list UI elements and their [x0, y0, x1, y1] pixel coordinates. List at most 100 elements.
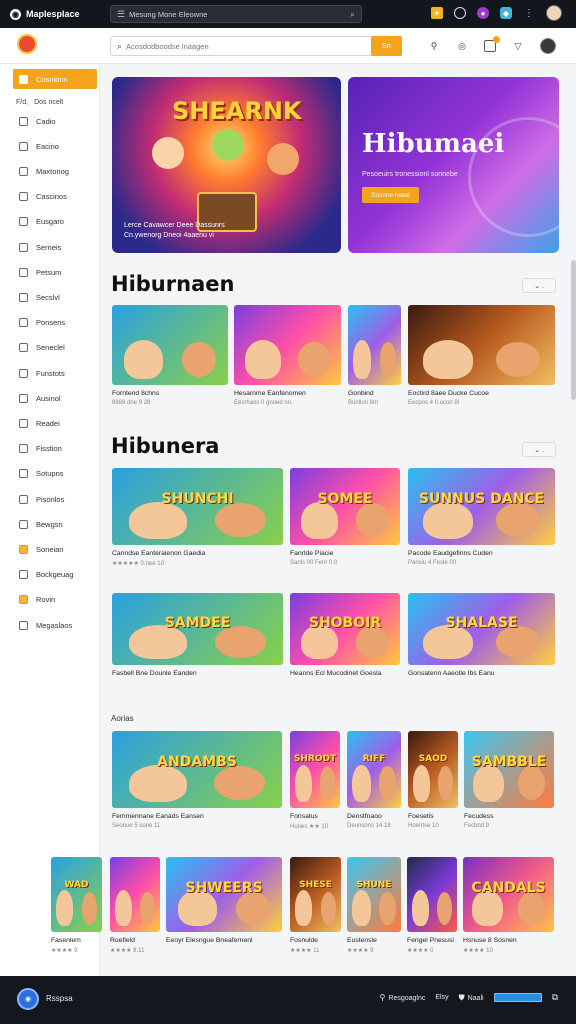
character-image — [379, 766, 396, 801]
sidebar-item[interactable]: Serneis — [13, 237, 97, 257]
game-card[interactable]: SHUNCHI Canndse Eanteraienon Gaedia ★★★★★ … — [112, 468, 283, 567]
sidebar-item[interactable]: Maxtonog — [13, 161, 97, 181]
cart-icon[interactable] — [484, 36, 500, 52]
game-thumbnail[interactable]: ANDAMBS — [112, 731, 282, 808]
banner-cta-button[interactable]: Sosone lwaol — [362, 187, 419, 203]
game-thumbnail[interactable] — [407, 857, 457, 932]
game-thumbnail[interactable]: SAOD — [408, 731, 458, 808]
game-card[interactable]: RIFF Denstfnaoo Deunsons 14 18 — [347, 731, 401, 829]
brand[interactable]: ◉ Maplesplace — [10, 8, 80, 20]
sidebar-item[interactable]: Pisonlos — [13, 489, 97, 509]
game-card[interactable]: SHOBOIR Heanns Ecl Mucodinet Goesla — [290, 593, 400, 680]
game-meta: Hunes ★★ 10 — [290, 824, 329, 830]
game-card[interactable]: Gonbind Bunllon 8m — [348, 305, 401, 406]
game-thumbnail[interactable]: SAMBBLE — [464, 731, 554, 808]
game-card[interactable]: Forntend 8chns 8888 dne 9 28 — [112, 305, 228, 406]
featured-banner-right[interactable]: Hibumaei Pesoeuirs tronessionl sonnebe S… — [348, 77, 559, 253]
game-thumbnail[interactable] — [408, 305, 555, 385]
sidebar-item[interactable]: Ponsens — [13, 313, 97, 333]
game-thumbnail[interactable] — [348, 305, 401, 385]
app-logo-icon[interactable] — [17, 34, 37, 54]
game-card[interactable]: SUNNUS DANCE Pacode Eaudgefinns Cuden Pans… — [408, 468, 555, 566]
settings-icon[interactable] — [454, 7, 466, 19]
copy-icon[interactable]: ⧉ — [552, 992, 558, 1003]
controller-icon[interactable]: ◆ — [500, 7, 512, 19]
game-thumbnail[interactable]: SHWEERS — [166, 857, 282, 932]
game-thumbnail[interactable]: CANDALS — [463, 857, 554, 932]
footer-logo-icon[interactable]: ◉ — [17, 988, 39, 1010]
sidebar-item[interactable]: F/d, Dos ncelt — [13, 92, 97, 112]
footer-link[interactable]: ⚲ Resgoaglnc — [380, 993, 426, 1002]
store-search-input[interactable]: ⌕ Acosdodboodse lnaagen Srt — [110, 36, 402, 56]
game-thumbnail[interactable]: SHOBOIR — [290, 593, 400, 665]
game-card[interactable]: SHUNE Eustensle ★★★★ 9 — [347, 857, 401, 954]
sidebar-item[interactable]: Cosnlonn — [13, 69, 97, 89]
gift-icon[interactable]: ✦ — [431, 7, 443, 19]
character-image — [301, 501, 339, 539]
game-card[interactable]: SAMDEE Fasbell Bne Dounle Eanden — [112, 593, 283, 680]
game-thumbnail[interactable] — [112, 305, 228, 385]
sidebar-item[interactable]: Eacino — [13, 136, 97, 156]
game-thumbnail[interactable]: WAD — [51, 857, 102, 932]
game-thumbnail[interactable]: SHALASE — [408, 593, 555, 665]
user-avatar[interactable] — [546, 5, 562, 21]
game-card[interactable]: SOMEE Fanrlde Piacie Sanls 00 Fenr 0.0 — [290, 468, 400, 566]
game-card[interactable]: SHESE Fosnulde ★★★★ 11 — [290, 857, 341, 954]
footer-link[interactable]: Elsy — [435, 994, 448, 1001]
chevron-down-icon[interactable]: ▽ — [512, 40, 524, 52]
game-card[interactable]: Fengel Pnesusl ★★★★ 0 — [407, 857, 457, 954]
sidebar-item[interactable]: Rovin — [13, 590, 97, 610]
sidebar-item[interactable]: Cadio — [13, 111, 97, 131]
game-thumbnail[interactable]: SHRODT — [290, 731, 340, 808]
game-thumbnail[interactable]: SUNNUS DANCE — [408, 468, 555, 545]
sidebar-item[interactable]: Eusgaro — [13, 212, 97, 232]
game-card[interactable]: SAMBBLE Fecudess Fecbnd 9 — [464, 731, 554, 829]
game-card[interactable]: ANDAMBS Femmennane Eanads Eansen Seonue 5 … — [112, 731, 282, 829]
game-card[interactable]: WAD Fasenlem ★★★★ 9 — [51, 857, 102, 954]
filter-icon[interactable]: ⚲ — [428, 40, 440, 52]
notifications-icon[interactable]: ● — [477, 7, 489, 19]
game-thumbnail[interactable]: SOMEE — [290, 468, 400, 545]
sort-dropdown[interactable]: ⌄ . — [522, 442, 556, 457]
game-card[interactable]: Eoctird 8aee Ducke Cucoe Eecpos 4 0.ucon … — [408, 305, 555, 406]
game-thumbnail[interactable]: SHUNCHI — [112, 468, 283, 545]
search-icon[interactable]: ⌕ — [350, 9, 355, 20]
sidebar-item[interactable]: Secslvl — [13, 287, 97, 307]
sort-dropdown[interactable]: ⌄ . — [522, 278, 556, 293]
game-card[interactable]: SHWEERS Eeoyr Elesngue Bneafernenl — [166, 857, 282, 947]
game-card[interactable]: Roefleld ★★★★ 8.11 — [110, 857, 160, 954]
scrollbar[interactable] — [571, 260, 576, 400]
sidebar-item[interactable]: Petsum — [13, 262, 97, 282]
game-card[interactable]: Hesarnme Eanfenomen Eesrhaos 0 gnoed nn. — [234, 305, 341, 406]
featured-banner-left[interactable]: SHEARNK Lerce Cavawcer Deee Dassunrs Cn.… — [112, 77, 341, 253]
sidebar-item[interactable]: Bockgeuag — [13, 565, 97, 585]
game-thumbnail[interactable]: SAMDEE — [112, 593, 283, 665]
game-thumbnail[interactable] — [110, 857, 160, 932]
game-thumbnail[interactable]: SHUNE — [347, 857, 401, 932]
footer-cta-button[interactable] — [493, 993, 542, 1002]
sidebar-item[interactable]: Fisstion — [13, 439, 97, 459]
game-thumbnail[interactable]: SHESE — [290, 857, 341, 932]
sidebar-item[interactable]: Sotupns — [13, 464, 97, 484]
help-icon[interactable]: ◎ — [456, 40, 468, 52]
footer-link-label: Naali — [467, 994, 484, 1002]
sidebar-item[interactable]: Bewgsn — [13, 514, 97, 534]
sidebar-item[interactable]: Soneian — [13, 539, 97, 559]
game-card[interactable]: SAOD Foesetis Hoentse 10 — [408, 731, 458, 829]
sidebar-item[interactable]: Cascinos — [13, 187, 97, 207]
sidebar-item[interactable]: Megaslaos — [13, 615, 97, 635]
footer-link[interactable]: ⛊ Naali — [459, 993, 484, 1003]
game-thumbnail[interactable] — [234, 305, 341, 385]
game-card[interactable]: SHALASE Gonsatenn Aaeotle Ibs Eanu — [408, 593, 555, 680]
game-card[interactable]: CANDALS Hsnuse 8 Sosnen ★★★★ 10 — [463, 857, 554, 954]
game-thumbnail[interactable]: RIFF — [347, 731, 401, 808]
sidebar-item[interactable]: Seneclel — [13, 338, 97, 358]
profile-avatar[interactable] — [540, 38, 556, 54]
more-icon[interactable]: ⋮ — [523, 7, 535, 19]
search-go-button[interactable]: Srt — [371, 36, 402, 56]
sidebar-item[interactable]: Ausinol — [13, 388, 97, 408]
sidebar-item[interactable]: Funstots — [13, 363, 97, 383]
global-search-input[interactable]: ☰ Mesung Mone Eleowne ⌕ — [110, 5, 362, 23]
sidebar-item[interactable]: Readei — [13, 413, 97, 433]
game-card[interactable]: SHRODT Fonsatus Hunes ★★ 10 — [290, 731, 340, 830]
